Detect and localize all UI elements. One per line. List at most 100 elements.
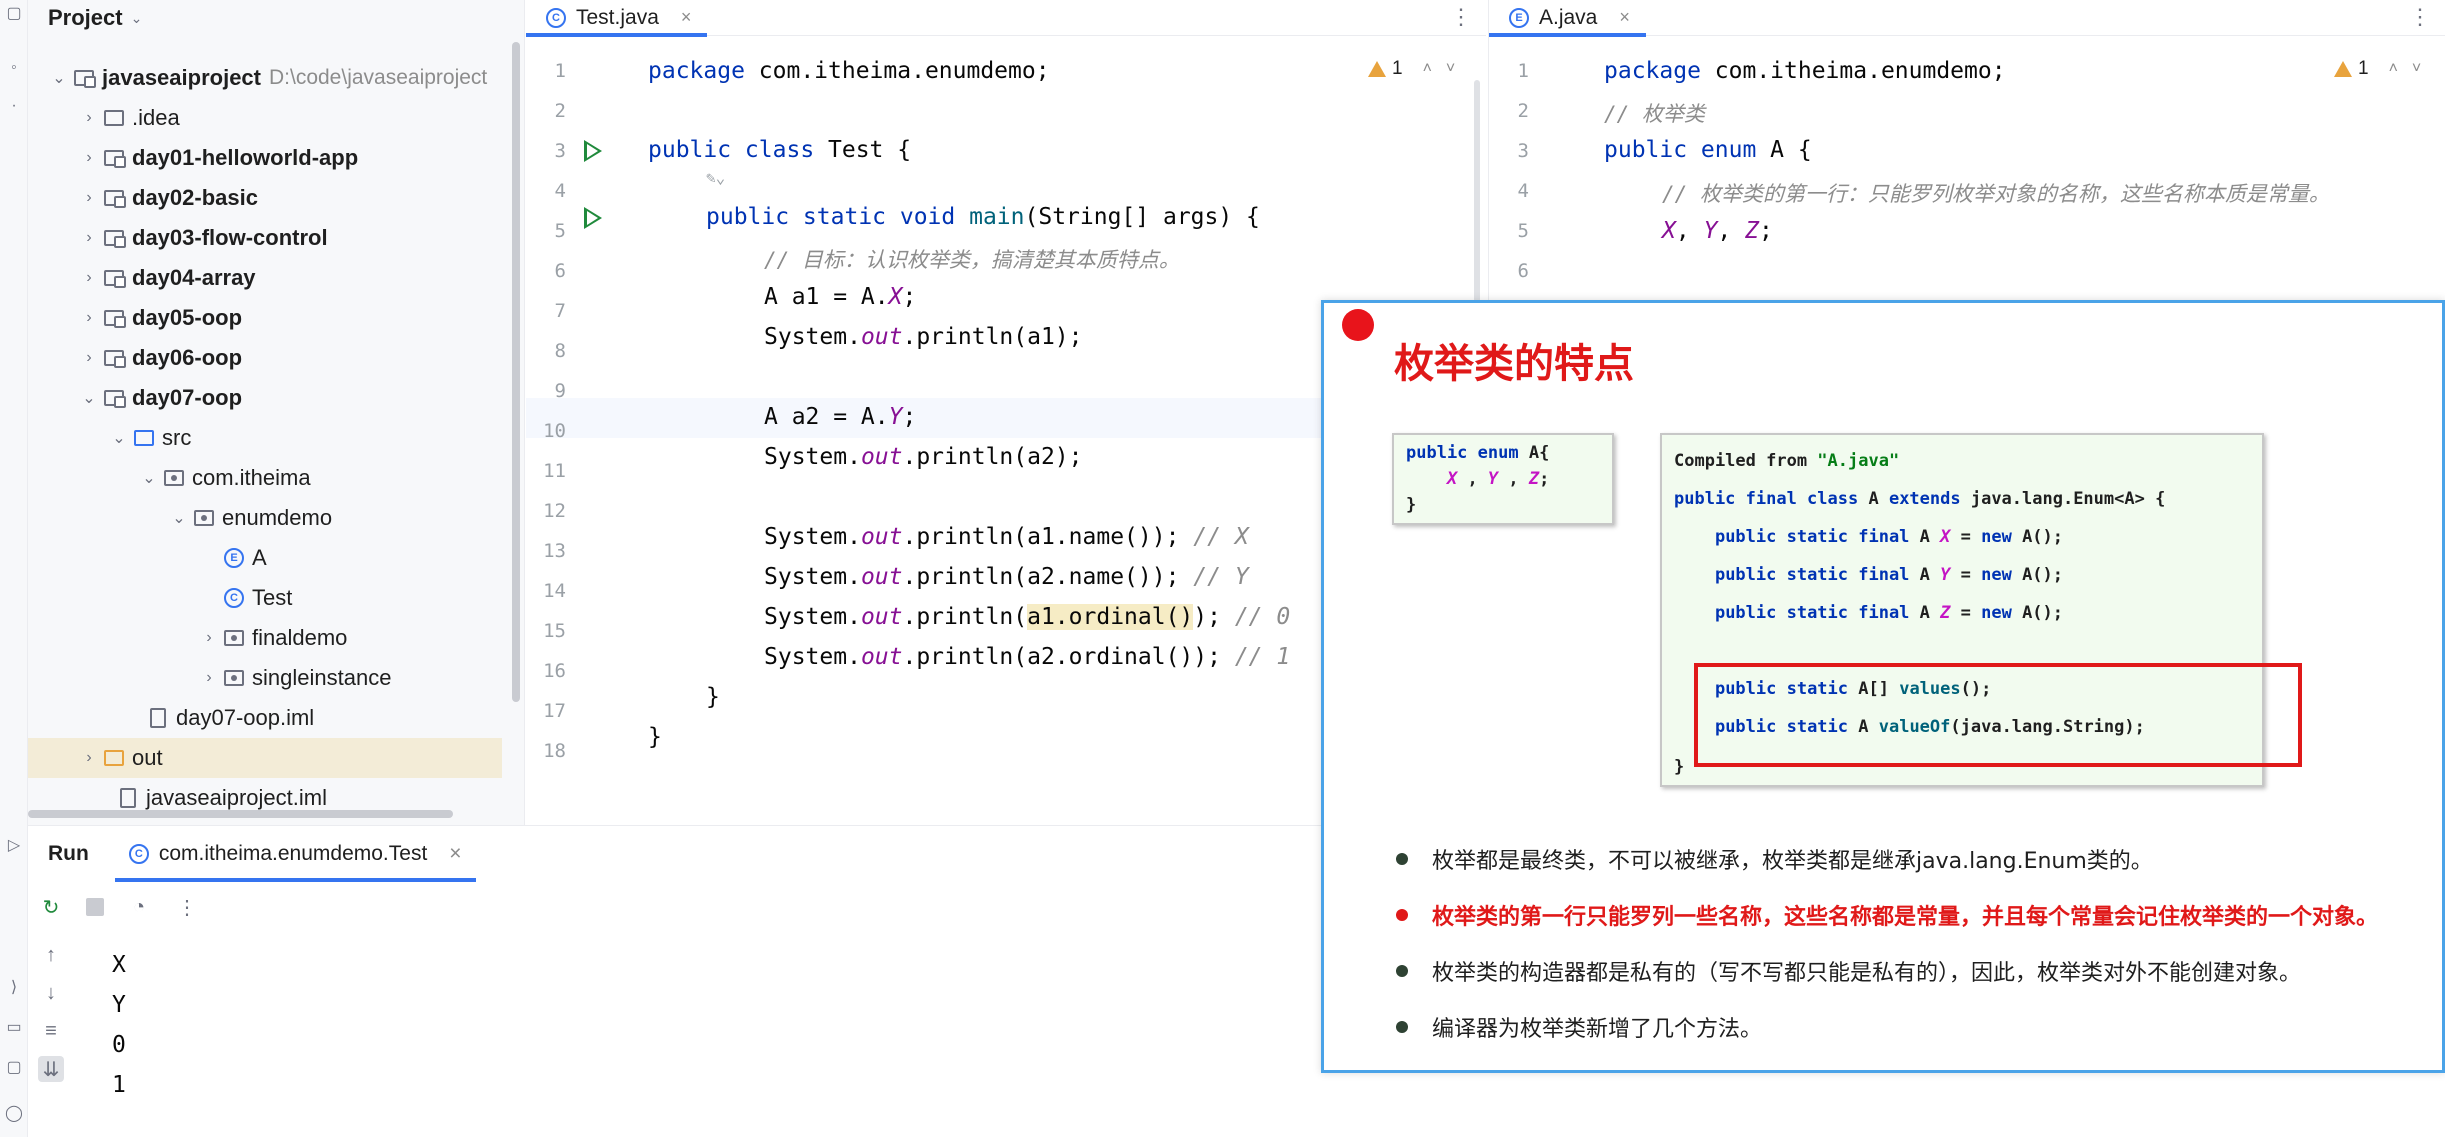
- close-icon[interactable]: ×: [1619, 7, 1630, 28]
- code-line-1[interactable]: package com.itheima.enumdemo;: [648, 58, 1050, 84]
- tree-item-com-itheima[interactable]: ⌄ com.itheima: [28, 458, 524, 498]
- tree-item-day07-iml[interactable]: day07-oop.iml: [28, 698, 524, 738]
- chevron-down-icon[interactable]: ⌄: [131, 10, 143, 27]
- navigate-arrows-icon[interactable]: ˄˅: [2389, 60, 2436, 78]
- tree-item-idea[interactable]: › .idea: [28, 98, 524, 138]
- expand-arrow-icon[interactable]: ›: [200, 629, 218, 647]
- coverage-icon[interactable]: ◔: [126, 894, 152, 920]
- expand-arrow-icon[interactable]: ›: [80, 229, 98, 247]
- expand-arrow-icon[interactable]: ⌄: [50, 68, 68, 88]
- close-icon[interactable]: ×: [681, 7, 692, 28]
- run-class-icon[interactable]: [584, 140, 602, 162]
- project-panel-header[interactable]: Project ⌄: [28, 0, 524, 36]
- project-panel-title: Project: [48, 5, 123, 30]
- tree-item-enum-a[interactable]: E A: [28, 538, 524, 578]
- tree-item-day04[interactable]: › day04-array: [28, 258, 524, 298]
- editor-tab-bar: C Test.java × ⋮: [526, 0, 1486, 37]
- tree-item-singleinstance[interactable]: › singleinstance: [28, 658, 524, 698]
- code-line-4[interactable]: // 枚举类的第一行：只能罗列枚举对象的名称，这些名称本质是常量。: [1662, 178, 2330, 208]
- tree-item-day03[interactable]: › day03-flow-control: [28, 218, 524, 258]
- expand-arrow-icon[interactable]: ⌄: [170, 508, 188, 528]
- tree-item-label: day03-flow-control: [132, 225, 328, 250]
- code-line-9[interactable]: A a2 = A.Y;: [764, 404, 916, 430]
- expand-arrow-icon[interactable]: ›: [80, 109, 98, 127]
- code-line-13[interactable]: System.out.println(a2.name()); // Y: [764, 564, 1249, 590]
- code-line-6[interactable]: A a1 = A.X;: [764, 284, 916, 310]
- tree-item-day02[interactable]: › day02-basic: [28, 178, 524, 218]
- code-line-5[interactable]: // 目标：认识枚举类，搞清楚其本质特点。: [764, 244, 1180, 274]
- commit-tool-icon[interactable]: ◦: [4, 58, 24, 78]
- slide-bullet: 编译器为枚举类新增了几个方法。: [1396, 1011, 1762, 1043]
- expand-arrow-icon[interactable]: ›: [80, 309, 98, 327]
- code-line-5[interactable]: X, Y, Z;: [1662, 218, 1773, 244]
- navigate-arrows-icon[interactable]: ˄˅: [1423, 60, 1470, 78]
- code-line-3[interactable]: public class Test {: [648, 137, 911, 163]
- ai-hint-icon[interactable]: ✎⌄: [706, 168, 725, 187]
- expand-arrow-icon[interactable]: ›: [80, 349, 98, 367]
- tree-item-out[interactable]: › out: [28, 738, 502, 778]
- scroll-up-icon[interactable]: ↑: [38, 942, 64, 968]
- run-tool-icon[interactable]: ▷: [4, 836, 24, 856]
- stop-icon[interactable]: [86, 898, 104, 916]
- inspection-widget[interactable]: 1 ˄˅: [1368, 58, 1469, 80]
- code-line-16[interactable]: }: [706, 684, 720, 710]
- problems-tool-icon[interactable]: ▢: [4, 1058, 24, 1078]
- code-line-14[interactable]: System.out.println(a1.ordinal()); // 0: [764, 604, 1290, 630]
- run-config-tab[interactable]: C com.itheima.enumdemo.Test ×: [114, 826, 476, 882]
- project-scrollbar[interactable]: [512, 42, 520, 702]
- close-icon[interactable]: ×: [449, 842, 461, 866]
- services-tool-icon[interactable]: ⟩: [4, 978, 24, 998]
- project-horizontal-scrollbar[interactable]: [28, 810, 453, 818]
- code-line-12[interactable]: System.out.println(a1.name()); // X: [764, 524, 1249, 550]
- line-number: 8: [554, 340, 566, 362]
- expand-arrow-icon[interactable]: ›: [200, 669, 218, 687]
- expand-arrow-icon[interactable]: ›: [80, 269, 98, 287]
- tab-a-java[interactable]: E A.java ×: [1489, 0, 1646, 37]
- warning-icon: [2334, 61, 2352, 77]
- code-line-17[interactable]: }: [648, 724, 662, 750]
- scroll-down-icon[interactable]: ↓: [38, 980, 64, 1006]
- tree-item-day01[interactable]: › day01-helloworld-app: [28, 138, 524, 178]
- code-line-15[interactable]: System.out.println(a2.ordinal()); // 1: [764, 644, 1290, 670]
- run-panel: Run C com.itheima.enumdemo.Test × ↻ ◔ ⋮ …: [28, 825, 1328, 1137]
- tree-item-class-test[interactable]: C Test: [28, 578, 524, 618]
- more-options-icon[interactable]: ⋮: [174, 894, 200, 920]
- tree-item-day06[interactable]: › day06-oop: [28, 338, 524, 378]
- code-line-10[interactable]: System.out.println(a2);: [764, 444, 1083, 470]
- inspection-widget[interactable]: 1 ˄˅: [2334, 58, 2435, 80]
- expand-arrow-icon[interactable]: ›: [80, 749, 98, 767]
- tree-item-day07[interactable]: ⌄ day07-oop: [28, 378, 524, 418]
- run-main-icon[interactable]: [584, 207, 602, 229]
- expand-arrow-icon[interactable]: ⌄: [80, 388, 98, 408]
- code-line-3[interactable]: public enum A {: [1604, 137, 1812, 163]
- console-output-line: Y: [112, 992, 126, 1018]
- code-line-2[interactable]: // 枚举类: [1604, 98, 1705, 128]
- tree-item-src[interactable]: ⌄ src: [28, 418, 524, 458]
- tree-item-project-root[interactable]: ⌄ javaseaiproject D:\code\javaseaiprojec…: [28, 58, 524, 98]
- line-number: 2: [1517, 100, 1529, 122]
- code-line-7[interactable]: System.out.println(a1);: [764, 324, 1083, 350]
- project-tool-icon[interactable]: ▢: [4, 4, 24, 24]
- soft-wrap-icon[interactable]: ≡: [38, 1018, 64, 1044]
- expand-arrow-icon[interactable]: ›: [80, 189, 98, 207]
- expand-arrow-icon[interactable]: ›: [80, 149, 98, 167]
- more-options-icon[interactable]: ⋮: [1450, 4, 1472, 30]
- code-line-4[interactable]: public static void main(String[] args) {: [706, 204, 1260, 230]
- package-icon: [222, 668, 246, 688]
- tree-item-label: day06-oop: [132, 345, 243, 370]
- tree-item-enumdemo[interactable]: ⌄ enumdemo: [28, 498, 524, 538]
- tree-item-finaldemo[interactable]: › finaldemo: [28, 618, 524, 658]
- tree-item-label: day01-helloworld-app: [132, 145, 359, 170]
- expand-arrow-icon[interactable]: ⌄: [110, 428, 128, 448]
- more-options-icon[interactable]: ⋮: [2409, 4, 2431, 30]
- tree-item-day05[interactable]: › day05-oop: [28, 298, 524, 338]
- expand-arrow-icon[interactable]: ⌄: [140, 468, 158, 488]
- code-line-1[interactable]: package com.itheima.enumdemo;: [1604, 58, 2006, 84]
- structure-tool-icon[interactable]: ·: [4, 96, 24, 116]
- terminal-tool-icon[interactable]: ▭: [4, 1018, 24, 1038]
- line-number: 18: [543, 740, 566, 762]
- rerun-icon[interactable]: ↻: [38, 894, 64, 920]
- git-tool-icon[interactable]: ◯: [4, 1104, 24, 1124]
- scroll-to-end-icon[interactable]: ⇊: [38, 1056, 64, 1082]
- tab-test-java[interactable]: C Test.java ×: [526, 0, 708, 37]
